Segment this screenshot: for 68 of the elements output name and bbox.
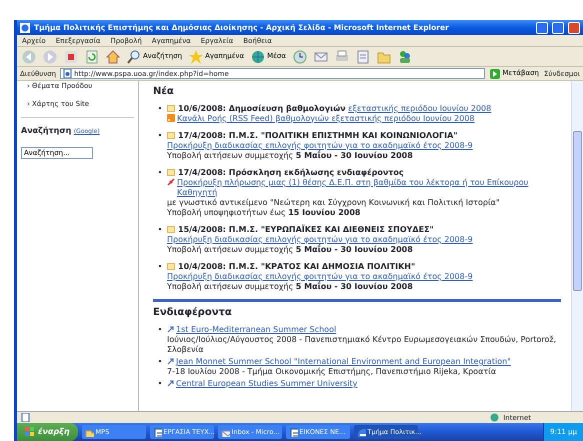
bullet: • xyxy=(156,262,164,273)
folder-icon xyxy=(376,50,391,64)
bullet: • xyxy=(156,225,164,236)
news-title: 17/4/2008: Π.Μ.Σ. "ΠΟΛΙΤΙΚΗ ΕΠΙΣΤΗΜΗ ΚΑΙ ΚΟΙΝΩΝΙΟΛΟΓΙΑ" xyxy=(178,131,458,140)
section-heading: Ενδιαφέροντα xyxy=(153,306,233,320)
minimize-button[interactable] xyxy=(536,22,548,34)
interest-link[interactable]: Central European Studies Summer University xyxy=(176,379,358,388)
bullet: • xyxy=(156,131,164,142)
news-link[interactable]: Προκήρυξη διαδικασίας επιλογής φοιτητών για το ακαδημαϊκό έτος 2008-9 xyxy=(167,235,473,244)
note-icon xyxy=(167,132,175,140)
news-link[interactable]: εξεταστικής περιόδου Ιουνίου 2008 xyxy=(348,104,492,113)
bullet: • xyxy=(156,104,164,115)
note-icon xyxy=(167,105,175,112)
star-icon xyxy=(189,50,204,64)
interest-link[interactable]: 1st Euro-Mediterranean Summer School xyxy=(176,325,336,334)
bullet: • xyxy=(156,379,164,389)
refresh-icon xyxy=(85,50,99,64)
link-icon xyxy=(167,358,174,366)
section-heading: Νέα xyxy=(153,85,175,99)
maximize-button[interactable] xyxy=(552,22,564,34)
scrollbar[interactable] xyxy=(571,81,583,411)
news-link[interactable]: Προκήρυξη διαδικασίας επιλογής φοιτητών για το ακαδημαϊκό έτος 2008-9 xyxy=(167,141,473,150)
rss-icon xyxy=(167,114,175,122)
globe-icon xyxy=(490,413,500,422)
link-icon xyxy=(167,380,174,388)
news-text: με γνωστικό αντικείμενο "Νεώτερη και Σύγχρονη Κοινωνική και Πολιτική Ιστορία" xyxy=(167,198,500,207)
people-icon xyxy=(398,50,412,64)
clock-icon xyxy=(292,50,307,64)
note-icon xyxy=(167,226,175,234)
news-title: 10/6/2008: Δημοσίευση βαθμολογιών xyxy=(178,104,346,113)
windows-logo-icon xyxy=(25,427,35,437)
bullet: • xyxy=(156,168,164,179)
interest-text: Ιούνιος/Ιούλιος/Αύγουστος 2008 - Πανεπιστημιακό Κέντρο Ευρωμεσογειακών Σπουδών, Portorož, Σλοβενία xyxy=(167,335,558,355)
go-arrow-icon xyxy=(490,68,500,78)
link-icon xyxy=(167,326,174,334)
interest-text: 7-18 Ιουλίου 2008 - Τμήμα Οικονομικής Επιστήμης, Πανεπιστήμιο Rijeka, Κροατία xyxy=(167,367,498,377)
envelope-icon xyxy=(220,428,230,436)
search-heading: Αναζήτηση xyxy=(21,126,72,135)
printer-icon xyxy=(334,50,349,64)
browser-icon xyxy=(20,22,30,32)
news-title: 15/4/2008: Π.Μ.Σ. "ΕΥΡΩΠΑΪΚΕΣ ΚΑΙ ΔΙΕΘΝΕΙΣ ΣΠΟΥΔΕΣ" xyxy=(178,225,434,234)
news-text: Υποβολή υποψηφιοτήτων έως 15 Ιουνίου 2008 xyxy=(167,208,360,217)
search-icon xyxy=(127,50,141,64)
interest-link[interactable]: Jean Monnet Summer School "International Environment and European Integration" xyxy=(176,357,511,366)
bullet: • xyxy=(156,325,164,336)
bullet: • xyxy=(156,357,164,368)
news-link[interactable]: Προκήρυξη διαδικασίας επιλογής φοιτητών για το ακαδημαϊκό έτος 2008-9 xyxy=(167,272,473,281)
news-title: 17/4/2008: Πρόσκληση εκδήλωσης ενδιαφέροντος xyxy=(178,168,404,177)
news-text: Υποβολή αιτήσεων συμμετοχής 5 Μαΐου - 30 Ιουνίου 2008 xyxy=(167,245,413,254)
toolbar-button[interactable] xyxy=(292,50,308,64)
globe-icon xyxy=(251,50,266,64)
note-icon xyxy=(167,169,175,176)
home-icon xyxy=(106,50,120,64)
news-text: Υποβολή αιτήσεων συμμετοχής 5 Μαΐου - 30 Ιουνίου 2008 xyxy=(167,151,413,160)
news-title: 10/4/2008: Π.Μ.Σ. "ΚΡΑΤΟΣ ΚΑΙ ΔΗΜΟΣΙΑ ΠΟΛΙΤΙΚΗ" xyxy=(178,262,416,271)
news-text: Υποβολή αιτήσεων συμμετοχής 5 Μαΐου - 30 Ιουνίου 2008 xyxy=(167,282,413,291)
browser-icon xyxy=(356,428,366,436)
page-icon xyxy=(63,69,72,78)
folder-icon xyxy=(84,428,94,436)
envelope-icon xyxy=(314,50,328,64)
document-icon xyxy=(152,428,162,436)
close-button[interactable] xyxy=(568,22,580,34)
news-link[interactable]: Προκήρυξη πλήρωσης μιας (1) θέσης Δ.Ε.Π. στη βαθμίδα του λέκτορα ή του Επίκουρου Καθηγητή xyxy=(177,178,561,198)
note-icon xyxy=(167,263,175,270)
document-icon xyxy=(288,428,298,436)
document-icon xyxy=(356,50,370,64)
rss-link[interactable]: Κανάλι Ροής (RSS Feed) βαθμολογιών εξεταστικής περιόδου Ιουνίου 2008 xyxy=(177,114,475,124)
stop-icon xyxy=(64,50,78,64)
